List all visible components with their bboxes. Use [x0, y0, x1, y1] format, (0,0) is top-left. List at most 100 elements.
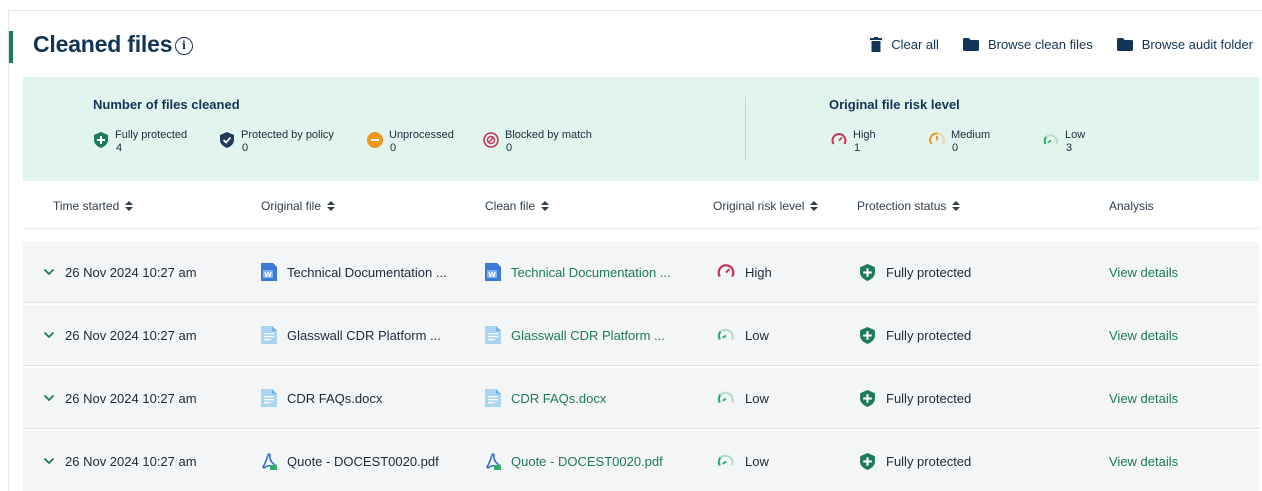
sort-icon[interactable] [327, 201, 336, 211]
view-details-link[interactable]: View details [1109, 242, 1178, 302]
time-started: 26 Nov 2024 10:27 am [65, 390, 197, 406]
folder-icon [1116, 38, 1133, 51]
column-label: Analysis [1109, 199, 1154, 213]
stat-count: 0 [952, 142, 959, 154]
clean-file-link[interactable]: CDR FAQs.docx [485, 368, 606, 428]
shield-plus-icon [860, 389, 875, 407]
column-label: Original file [261, 199, 322, 213]
stat-protected-by-policy: Protected by policy 0 [219, 129, 334, 155]
view-details-label: View details [1109, 390, 1179, 406]
stat-label: Unprocessed [389, 129, 454, 141]
browse-clean-files-label: Browse clean files [987, 37, 1093, 52]
chevron-down-icon[interactable] [43, 455, 55, 467]
document-icon [485, 389, 501, 407]
summary-divider [745, 97, 746, 160]
clear-all-button[interactable]: Clear all [870, 37, 939, 52]
view-details-label: View details [1109, 453, 1179, 469]
blocked-icon [483, 132, 499, 148]
clean-file-name: Quote - DOCEST0020.pdf [511, 453, 663, 469]
summary-panel: Number of files cleaned Fully protected 4… [23, 77, 1259, 181]
files-cleaned-heading: Number of files cleaned [93, 97, 240, 112]
table-row[interactable]: 26 Nov 2024 10:27 am Quote - DOCEST0020.p… [23, 431, 1259, 491]
sort-icon[interactable] [125, 201, 134, 211]
column-clean-file[interactable]: Clean file [485, 199, 550, 213]
table-row[interactable]: 26 Nov 2024 10:27 am CDR FAQs.docx CDR FAQ… [23, 368, 1259, 429]
page-title: Cleaned files [33, 31, 173, 57]
view-details-link[interactable]: View details [1109, 368, 1178, 428]
stat-risk-low: Low 3 [1043, 129, 1085, 155]
table-header: Time started Original file Clean file Or… [23, 181, 1259, 229]
browse-audit-folder-button[interactable]: Browse audit folder [1116, 37, 1253, 52]
column-label: Original risk level [713, 199, 805, 213]
protection-status: Fully protected [886, 390, 972, 406]
word-doc-icon: W [485, 263, 501, 281]
header-actions: Clear all Browse clean files Browse audi… [870, 37, 1253, 52]
cleaned-files-panel: Cleaned files i Clear all Browse clean f… [8, 10, 1262, 491]
clean-file-link[interactable]: Quote - DOCEST0020.pdf [485, 431, 663, 491]
view-details-link[interactable]: View details [1109, 431, 1178, 491]
protection-status: Fully protected [886, 453, 972, 469]
chevron-down-icon[interactable] [43, 266, 55, 278]
gauge-low-icon [1043, 134, 1058, 145]
stat-label: High [853, 129, 876, 141]
word-doc-icon: W [261, 263, 277, 281]
stat-blocked-by-match: Blocked by match 0 [483, 129, 592, 155]
stat-count: 4 [116, 142, 123, 154]
view-details-link[interactable]: View details [1109, 305, 1178, 365]
clean-file-link[interactable]: W Technical Documentation ... [485, 242, 671, 302]
view-details-label: View details [1109, 264, 1179, 280]
stat-risk-medium: Medium 0 [929, 129, 990, 155]
gauge-medium-icon [929, 132, 945, 145]
shield-check-icon [220, 132, 234, 148]
clean-file-link[interactable]: Glasswall CDR Platform ... [485, 305, 665, 365]
clean-file-name: Glasswall CDR Platform ... [511, 327, 665, 343]
gauge-low-icon [717, 328, 734, 341]
stat-label: Protected by policy [241, 129, 334, 141]
chevron-down-icon[interactable] [43, 392, 55, 404]
protection-status: Fully protected [886, 264, 972, 280]
info-icon[interactable]: i [175, 37, 193, 55]
panel-header: Cleaned files i Clear all Browse clean f… [9, 11, 1262, 77]
clean-file-name: Technical Documentation ... [511, 264, 671, 280]
time-started: 26 Nov 2024 10:27 am [65, 453, 197, 469]
stat-label: Medium [951, 129, 991, 141]
original-file-name: Glasswall CDR Platform ... [287, 327, 441, 343]
browse-audit-folder-label: Browse audit folder [1141, 37, 1253, 52]
trash-icon [870, 37, 883, 52]
risk-level-heading: Original file risk level [829, 97, 960, 112]
column-original-risk-level[interactable]: Original risk level [713, 199, 819, 213]
minus-circle-icon [367, 132, 383, 148]
column-time-started[interactable]: Time started [53, 199, 134, 213]
shield-plus-icon [860, 452, 875, 470]
sort-icon[interactable] [952, 201, 961, 211]
browse-clean-files-button[interactable]: Browse clean files [962, 37, 1093, 52]
shield-plus-icon [94, 132, 108, 148]
shield-plus-icon [860, 263, 875, 281]
stat-count: 0 [506, 142, 513, 154]
table-row[interactable]: 26 Nov 2024 10:27 am Glasswall CDR Platfo… [23, 305, 1259, 366]
column-label: Clean file [485, 199, 536, 213]
stat-unprocessed: Unprocessed 0 [367, 129, 454, 155]
time-started: 26 Nov 2024 10:27 am [65, 327, 197, 343]
stat-count: 3 [1066, 142, 1073, 154]
folder-icon [962, 38, 979, 51]
risk-level: Low [745, 327, 769, 343]
pdf-icon [485, 453, 501, 470]
risk-level: Low [745, 453, 769, 469]
clear-all-label: Clear all [891, 37, 939, 52]
table-row[interactable]: 26 Nov 2024 10:27 am W Technical Documenta… [23, 242, 1259, 303]
risk-level: Low [745, 390, 769, 406]
column-original-file[interactable]: Original file [261, 199, 336, 213]
original-file-name: CDR FAQs.docx [287, 390, 383, 406]
view-details-label: View details [1109, 327, 1179, 343]
sort-icon[interactable] [541, 201, 550, 211]
stat-label: Low [1065, 129, 1086, 141]
chevron-down-icon[interactable] [43, 329, 55, 341]
sort-icon[interactable] [810, 201, 819, 211]
column-protection-status[interactable]: Protection status [857, 199, 961, 213]
clean-file-name: CDR FAQs.docx [511, 390, 607, 406]
protection-status: Fully protected [886, 327, 972, 343]
risk-level: High [745, 264, 772, 280]
gauge-high-icon [717, 264, 735, 278]
document-icon [485, 326, 501, 344]
